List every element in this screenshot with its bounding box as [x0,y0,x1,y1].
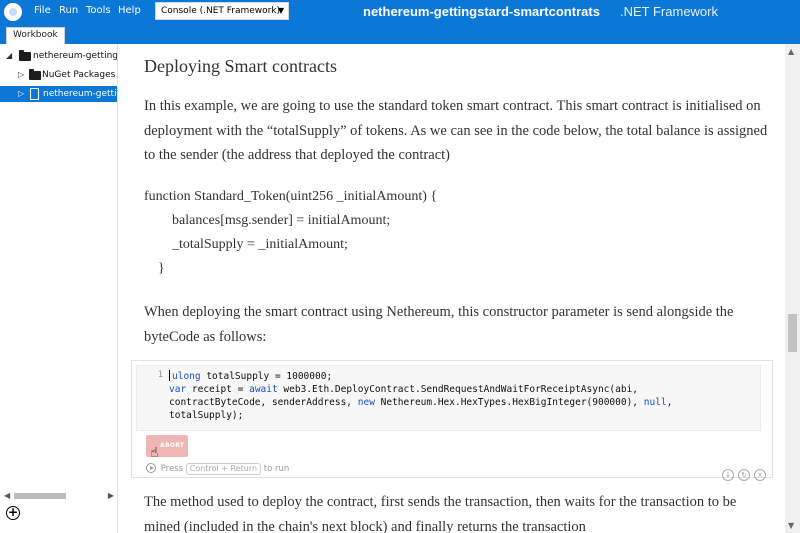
scroll-right-icon[interactable]: ▶ [108,491,114,500]
expand-right-icon[interactable]: ▷ [18,67,24,83]
add-button[interactable]: + [6,506,20,520]
run-hint: Press Control + Return to run [146,463,289,475]
code-content[interactable]: ulong totalSupply = 1000000; var receipt… [169,370,759,422]
code-cell: 1 ulong totalSupply = 1000000; var recei… [131,360,773,481]
tree-item-workbook-file[interactable]: ▷ nethereum-gettin [0,86,118,102]
code-token: Nethereum.Hex.HexTypes.HexBigInteger(900… [374,397,644,408]
folder-icon [29,69,41,80]
scroll-left-icon[interactable]: ◀ [4,491,10,500]
tree-item-label: nethereum-gettin [43,89,118,99]
app-logo-icon [4,3,22,21]
tree-item-nuget-packages[interactable]: ▷ NuGet Packages [0,67,117,83]
code-token: var [169,384,187,395]
scrollbar-thumb[interactable] [788,314,797,352]
refresh-icon[interactable]: ↻ [738,469,750,481]
shortcut-key: Control + Return [185,463,262,475]
code-token: ulong [172,371,201,382]
scrollbar-thumb[interactable] [14,493,66,499]
solidity-line: _totalSupply = _initialAmount; [172,237,348,252]
line-number: 1 [157,370,163,380]
document-vertical-scrollbar[interactable]: ▲ ▼ [785,44,800,533]
hint-text: Press [160,464,184,474]
cell-actions: ↓ ↻ × [718,462,766,481]
paragraph-method: The method used to deploy the contract, … [144,494,737,533]
code-token: , [666,397,673,408]
tree-item-label: nethereum-gettings [33,51,118,61]
workbook-sidebar: ◢ nethereum-gettings ▷ NuGet Packages ▷ … [0,44,118,533]
folder-icon [19,50,31,61]
code-token: totalSupply = 1000000; [200,371,333,382]
code-token: web3.Eth.DeployContract.SendRequestAndWa… [277,384,639,395]
paragraph-deploy: When deploying the smart contract using … [144,304,734,345]
tab-strip: Workbook [0,24,800,44]
tab-workbook[interactable]: Workbook [6,27,65,44]
section-heading: Deploying Smart contracts [144,56,337,76]
sidebar-horizontal-scrollbar[interactable]: ◀ ▶ [4,491,114,500]
file-icon [30,88,39,100]
chevron-down-icon: ▼ [277,6,284,15]
expand-down-icon[interactable]: ◢ [6,48,12,64]
solidity-line: balances[msg.sender] = initialAmount; [172,213,391,228]
tree-item-workbook[interactable]: ◢ nethereum-gettings [0,48,118,64]
menu-tools[interactable]: Tools [86,5,111,16]
menu-help[interactable]: Help [118,5,141,16]
run-icon[interactable] [146,463,156,473]
window-subtitle: .NET Framework [620,4,718,19]
window-title: nethereum-gettingstard-smartcontrats [363,4,600,19]
solidity-line: } [158,261,165,276]
hint-text: to run [263,464,290,474]
scroll-up-icon[interactable]: ▲ [788,47,794,56]
menu-file[interactable]: File [34,5,51,16]
target-framework-value: Console (.NET Framework) [161,6,281,16]
code-token: totalSupply); [169,410,244,421]
close-icon[interactable]: × [754,469,766,481]
download-icon[interactable]: ↓ [722,469,734,481]
hand-cursor-icon: ☝ [150,445,159,461]
expand-right-icon[interactable]: ▷ [18,86,24,102]
paragraph-intro: In this example, we are going to use the… [144,98,768,163]
title-bar: File Run Tools Help Console (.NET Framew… [0,0,800,24]
code-token: receipt = [186,384,250,395]
code-editor[interactable]: 1 ulong totalSupply = 1000000; var recei… [136,365,761,431]
code-token: new [357,397,375,408]
scroll-down-icon[interactable]: ▼ [788,521,794,530]
code-token: await [249,384,278,395]
solidity-line: function Standard_Token(uint256 _initial… [144,189,438,204]
tree-item-label: NuGet Packages [42,70,116,80]
menu-run[interactable]: Run [59,5,78,16]
target-framework-select[interactable]: Console (.NET Framework) ▼ [155,2,289,20]
code-token: contractByteCode, senderAddress, [169,397,358,408]
workbook-document: Deploying Smart contracts In this exampl… [119,44,785,533]
text-caret [169,370,170,381]
code-token: null [643,397,667,408]
